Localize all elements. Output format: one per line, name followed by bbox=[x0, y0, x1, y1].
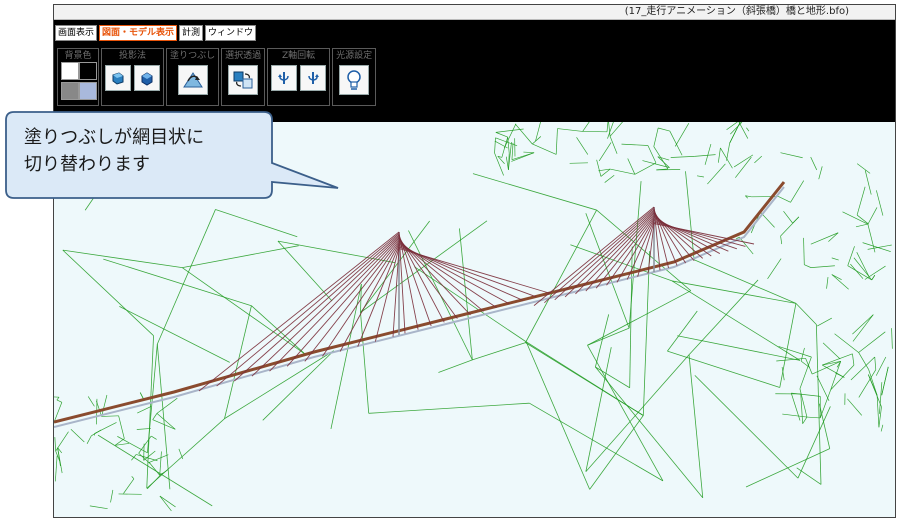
transparency-cubes-icon bbox=[233, 71, 253, 89]
group-projection: 投影法 bbox=[101, 48, 164, 106]
swatch-black[interactable] bbox=[79, 62, 97, 80]
light-buttons bbox=[339, 65, 370, 95]
group-label-light-source: 光源設定 bbox=[336, 51, 373, 61]
group-label-projection: 投影法 bbox=[118, 51, 146, 61]
swatch-white[interactable] bbox=[61, 62, 79, 80]
ribbon-toolbar: 画面表示 図面・モデル表示 計測 ウィンドウ 背景色 投影法 塗りつぶし 選択透… bbox=[54, 20, 895, 122]
group-selection-transparency: 選択透過 bbox=[221, 48, 266, 106]
parallel-projection-button[interactable] bbox=[134, 65, 160, 91]
app-window: (17_走行アニメーション（斜張橋）橋と地形.bfo) 画面表示 図面・モデル表… bbox=[53, 4, 896, 518]
rotate-right-icon bbox=[308, 72, 320, 84]
rotate-right-button[interactable] bbox=[300, 65, 327, 91]
fill-toggle-button[interactable] bbox=[177, 65, 208, 95]
rotate-left-button[interactable] bbox=[271, 65, 298, 91]
tab-measure[interactable]: 計測 bbox=[179, 25, 204, 41]
group-fill: 塗りつぶし bbox=[166, 48, 220, 106]
title-bar: (17_走行アニメーション（斜張橋）橋と地形.bfo) bbox=[54, 5, 895, 20]
projection-buttons bbox=[105, 65, 160, 91]
transparency-buttons bbox=[228, 65, 259, 95]
group-z-axis-rotation: Z軸回転 bbox=[267, 48, 331, 106]
group-label-selection-transparency: 選択透過 bbox=[225, 51, 262, 61]
window-title: (17_走行アニメーション（斜張橋）橋と地形.bfo) bbox=[624, 6, 849, 17]
perspective-projection-button[interactable] bbox=[105, 65, 131, 91]
tab-screen-display[interactable]: 画面表示 bbox=[55, 25, 98, 41]
group-label-fill: 塗りつぶし bbox=[170, 51, 216, 61]
callout-line-1: 塗りつぶしが網目状に bbox=[24, 127, 205, 148]
rotate-left-icon bbox=[278, 72, 289, 84]
light-source-button[interactable] bbox=[339, 65, 370, 95]
swatch-light-blue[interactable] bbox=[79, 82, 97, 100]
group-background-color: 背景色 bbox=[57, 48, 99, 106]
tool-groups: 背景色 投影法 塗りつぶし 選択透過 Z軸回転 光源設定 bbox=[57, 48, 377, 106]
fill-mesh-icon bbox=[182, 72, 203, 88]
group-label-z-axis-rotation: Z軸回転 bbox=[282, 51, 316, 61]
perspective-cube-icon bbox=[112, 72, 124, 85]
group-light-source: 光源設定 bbox=[332, 48, 377, 106]
callout-text: 塗りつぶしが網目状に 切り替わります bbox=[24, 124, 274, 178]
swatch-gray[interactable] bbox=[61, 82, 79, 100]
tab-drawing-model-display[interactable]: 図面・モデル表示 bbox=[99, 25, 178, 41]
menu-tabs: 画面表示 図面・モデル表示 計測 ウィンドウ bbox=[55, 25, 257, 41]
light-bulb-icon bbox=[347, 70, 361, 90]
rotation-buttons bbox=[271, 65, 327, 91]
callout-line-2: 切り替わります bbox=[24, 154, 150, 175]
tab-window[interactable]: ウィンドウ bbox=[205, 25, 257, 41]
3d-viewport[interactable] bbox=[54, 122, 895, 517]
viewport-background bbox=[54, 122, 895, 517]
selection-transparency-button[interactable] bbox=[228, 65, 259, 95]
parallel-cube-icon bbox=[141, 72, 153, 86]
background-swatches bbox=[61, 62, 97, 100]
fill-buttons bbox=[177, 65, 208, 95]
group-label-background-color: 背景色 bbox=[64, 51, 92, 61]
